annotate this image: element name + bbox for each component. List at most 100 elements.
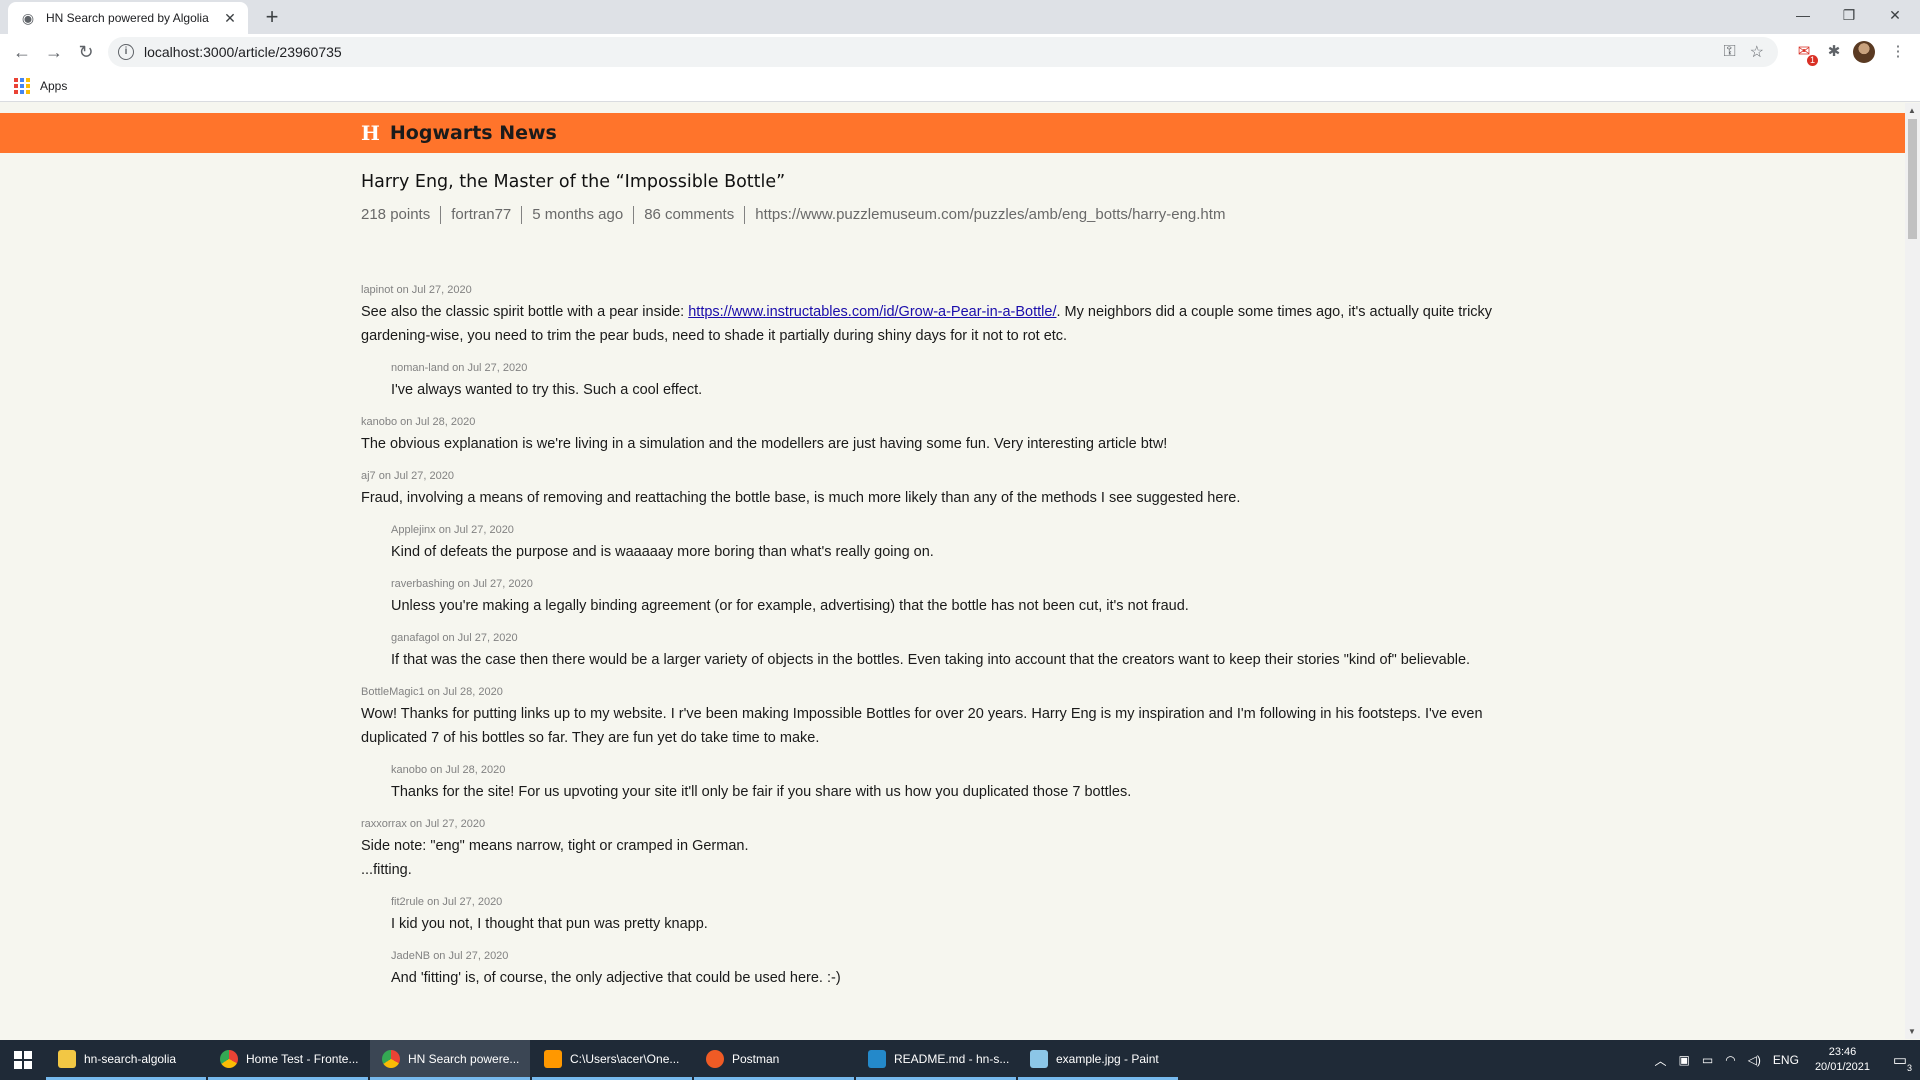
comment-meta: noman-land on Jul 27, 2020 [391,362,528,374]
taskbar-item-chrome-home[interactable]: Home Test - Fronte... [208,1040,368,1080]
url-text[interactable]: localhost:3000/article/23960735 [144,44,1723,60]
meet-now-icon[interactable]: ▣ [1679,1053,1690,1067]
comment: BottleMagic1 on Jul 28, 2020 Wow! Thanks… [361,685,1521,750]
comment-meta: fit2rule on Jul 27, 2020 [391,896,503,908]
star-icon[interactable]: ☆ [1750,42,1764,62]
comment-reply: JadeNB on Jul 27, 2020 And 'fitting' is,… [391,949,1521,990]
comment-text-line2: ...fitting. [361,862,412,878]
browser-tab[interactable]: ◉ HN Search powered by Algolia ✕ [8,2,248,34]
article-points: 218 points [361,206,431,223]
apps-grid-icon[interactable] [14,77,30,94]
comment: kanobo on Jul 28, 2020 The obvious expla… [361,415,1521,456]
comment-text: See also the classic spirit bottle with … [361,304,1493,344]
article-meta: 218 points fortran77 5 months ago 86 com… [361,206,1521,224]
article-author: fortran77 [440,206,521,224]
comment: aj7 on Jul 27, 2020 Fraud, involving a m… [361,469,1521,510]
address-bar[interactable]: i localhost:3000/article/23960735 ⚿ ☆ [108,37,1778,67]
minimize-icon[interactable]: — [1780,0,1826,30]
avatar[interactable] [1852,40,1876,64]
back-arrow-icon[interactable]: ← [8,38,36,66]
tab-strip: ◉ HN Search powered by Algolia ✕ + — ❐ ✕ [0,0,1920,34]
tab-title: HN Search powered by Algolia [46,11,209,25]
comment-link[interactable]: https://www.instructables.com/id/Grow-a-… [688,304,1056,320]
comment-reply: fit2rule on Jul 27, 2020 I kid you not, … [391,895,1521,936]
postman-icon [706,1049,724,1068]
article-url: https://www.puzzlemuseum.com/puzzles/amb… [744,206,1235,224]
scroll-up-icon[interactable]: ▲ [1908,106,1916,115]
system-tray: ︿ ▣ ▭ ◠ ◁) ENG 23:46 20/01/2021 ▭ 3 [1649,1040,1920,1080]
taskbar-item-postman[interactable]: Postman [694,1040,854,1080]
language-indicator[interactable]: ENG [1773,1053,1799,1067]
site-info-icon[interactable]: i [118,44,134,60]
scrollbar-thumb[interactable] [1908,119,1917,239]
comment-meta: raverbashing on Jul 27, 2020 [391,578,533,590]
paint-icon [1030,1049,1048,1068]
comment-text: Unless you're making a legally binding a… [391,598,1189,614]
comment-meta: raxxorrax on Jul 27, 2020 [361,818,486,830]
taskbar-item-chrome-hn[interactable]: HN Search powere... [370,1040,530,1080]
page-scrollbar[interactable]: ▲ ▼ [1905,103,1920,1039]
clock-date: 20/01/2021 [1814,1061,1870,1073]
wifi-icon[interactable]: ◠ [1725,1053,1735,1067]
comment-text: Thanks for the site! For us upvoting you… [391,784,1132,800]
key-icon[interactable]: ⚿ [1723,43,1735,61]
comment-list: lapinot on Jul 27, 2020 See also the cla… [361,283,1521,1003]
article-comment-count: 86 comments [633,206,744,224]
comment-text: Kind of defeats the purpose and is waaaa… [391,544,934,560]
page-viewport: H Hogwarts News Harry Eng, the Master of… [0,103,1905,1039]
taskbar-item-paint[interactable]: example.jpg - Paint [1018,1040,1178,1080]
apps-bookmark[interactable]: Apps [40,79,67,93]
comment-meta: lapinot on Jul 27, 2020 [361,284,472,296]
windows-logo-icon [14,1051,32,1069]
comment-meta: aj7 on Jul 27, 2020 [361,470,454,482]
close-tab-icon[interactable]: ✕ [222,10,238,27]
clock[interactable]: 23:46 20/01/2021 [1815,1045,1870,1075]
comment-text: Wow! Thanks for putting links up to my w… [361,706,1483,746]
comment-text: I kid you not, I thought that pun was pr… [391,916,708,932]
sublime-icon [544,1049,562,1068]
comment-meta: ganafagol on Jul 27, 2020 [391,632,518,644]
volume-icon[interactable]: ◁) [1748,1053,1761,1067]
reload-icon[interactable]: ↻ [72,38,100,66]
comment-meta: BottleMagic1 on Jul 28, 2020 [361,686,503,698]
new-tab-button[interactable]: + [258,4,286,32]
taskbar-item-explorer[interactable]: hn-search-algolia [46,1040,206,1080]
start-button[interactable] [0,1040,46,1080]
comment: lapinot on Jul 27, 2020 See also the cla… [361,283,1521,348]
comment-text: And 'fitting' is, of course, the only ad… [391,970,841,986]
comment-reply: Applejinx on Jul 27, 2020 Kind of defeat… [391,523,1521,564]
notification-count: 3 [1906,1063,1912,1073]
battery-icon[interactable]: ▭ [1702,1053,1713,1067]
chrome-icon [220,1049,238,1068]
mail-extension-icon[interactable]: ✉ 1 [1792,40,1818,66]
comment-reply: kanobo on Jul 28, 2020 Thanks for the si… [391,763,1521,804]
taskbar-item-vscode[interactable]: README.md - hn-s... [856,1040,1016,1080]
taskbar-item-sublime[interactable]: C:\Users\acer\One... [532,1040,692,1080]
chevron-up-icon[interactable]: ︿ [1655,1052,1667,1069]
site-name: Hogwarts News [389,122,557,144]
site-logo-icon: H [361,121,380,145]
site-header: H Hogwarts News [0,113,1905,153]
folder-icon [58,1049,76,1068]
comment-meta: Applejinx on Jul 27, 2020 [391,524,514,536]
article-title: Harry Eng, the Master of the “Impossible… [361,172,786,192]
comment-reply: noman-land on Jul 27, 2020 I've always w… [391,361,1521,402]
comment-text: I've always wanted to try this. Such a c… [391,382,703,398]
chrome-icon [382,1049,400,1068]
comment-text: The obvious explanation is we're living … [361,436,1168,452]
restore-icon[interactable]: ❐ [1826,0,1872,30]
comment-text: Fraud, involving a means of removing and… [361,490,1241,506]
menu-dots-icon[interactable]: ⋮ [1886,40,1910,64]
article-age: 5 months ago [521,206,633,224]
notification-center-icon[interactable]: ▭ 3 [1880,1051,1920,1073]
comment-reply: ganafagol on Jul 27, 2020 If that was th… [391,631,1521,672]
forward-arrow-icon[interactable]: → [40,38,68,66]
comment-text: If that was the case then there would be… [391,652,1471,668]
comment-text: Side note: "eng" means narrow, tight or … [361,838,749,854]
bookmarks-bar: Apps [0,70,1920,102]
site-brand[interactable]: H Hogwarts News [361,113,557,153]
scroll-down-icon[interactable]: ▼ [1908,1027,1916,1036]
puzzle-icon[interactable]: ✱ [1822,40,1846,64]
window-close-icon[interactable]: ✕ [1872,0,1918,30]
mail-badge: 1 [1806,55,1818,66]
